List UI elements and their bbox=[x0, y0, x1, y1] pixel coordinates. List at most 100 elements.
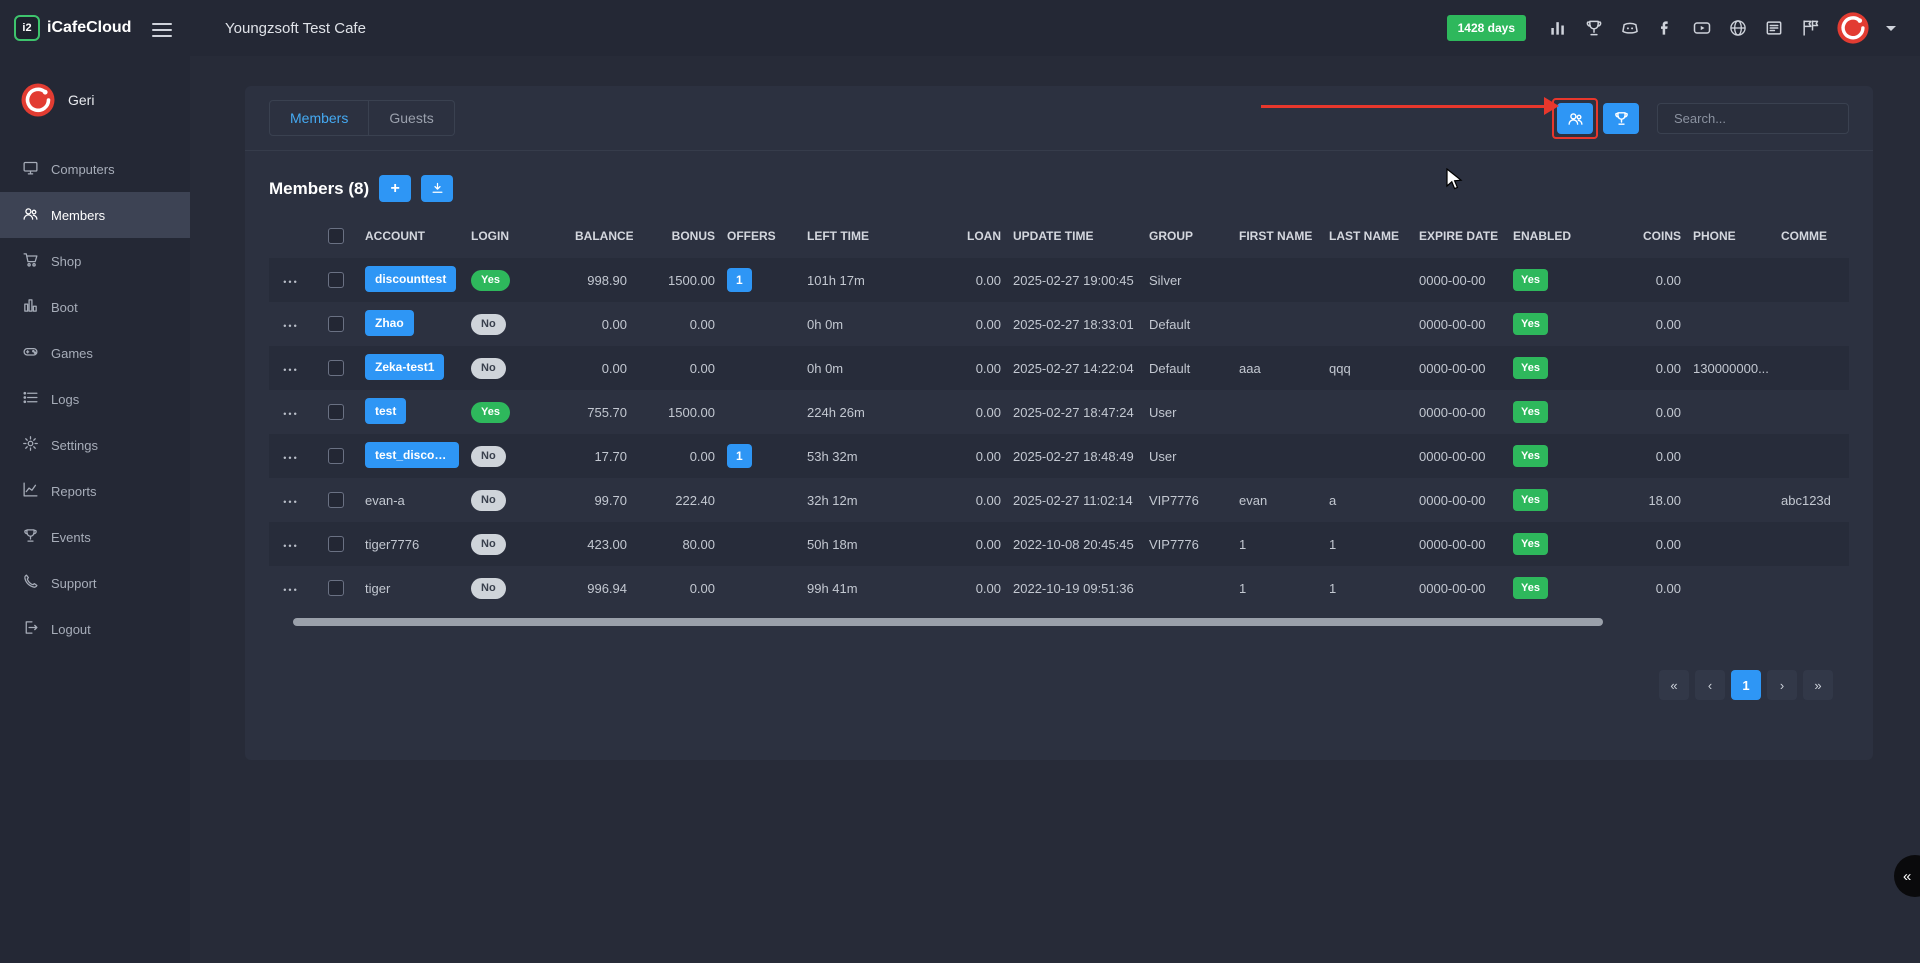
table-row: ••• test Yes 755.70 1500.00 224h 26m 0.0… bbox=[269, 390, 1849, 434]
firstname-cell bbox=[1233, 258, 1323, 302]
horizontal-scrollbar[interactable] bbox=[293, 618, 1603, 626]
select-all-checkbox[interactable] bbox=[328, 228, 344, 244]
ranking-view-button[interactable] bbox=[1603, 103, 1639, 134]
loan-cell: 0.00 bbox=[931, 390, 1007, 434]
export-members-button[interactable] bbox=[421, 175, 453, 202]
row-actions-button[interactable]: ••• bbox=[283, 541, 298, 551]
banners-icon[interactable] bbox=[1800, 18, 1820, 38]
members-panel: Members Guests Members (8) + bbox=[245, 86, 1873, 760]
account-button[interactable]: test bbox=[365, 398, 406, 424]
pagination-first-button[interactable]: « bbox=[1659, 670, 1689, 700]
coins-cell: 0.00 bbox=[1607, 258, 1687, 302]
news-icon[interactable] bbox=[1764, 18, 1784, 38]
sidebar-item-members[interactable]: Members bbox=[0, 192, 190, 238]
sidebar-item-boot[interactable]: Boot bbox=[0, 284, 190, 330]
pagination-next-button[interactable]: › bbox=[1767, 670, 1797, 700]
expiredate-cell: 0000-00-00 bbox=[1413, 258, 1507, 302]
account-button[interactable]: test_discount bbox=[365, 442, 459, 468]
mouse-cursor bbox=[1445, 168, 1467, 192]
members-view-button[interactable] bbox=[1557, 103, 1593, 134]
add-member-button[interactable]: + bbox=[379, 175, 411, 202]
logout-icon bbox=[22, 619, 39, 639]
row-checkbox[interactable] bbox=[328, 404, 344, 420]
account-button[interactable]: discounttest bbox=[365, 266, 456, 292]
row-actions-button[interactable]: ••• bbox=[283, 453, 298, 463]
row-checkbox[interactable] bbox=[328, 272, 344, 288]
sidebar-item-shop[interactable]: Shop bbox=[0, 238, 190, 284]
table-row: ••• tiger7776 No 423.00 80.00 50h 18m 0.… bbox=[269, 522, 1849, 566]
row-checkbox[interactable] bbox=[328, 492, 344, 508]
account-button[interactable]: Zeka-test1 bbox=[365, 354, 444, 380]
col-lefttime: LEFT TIME bbox=[801, 214, 931, 258]
sidebar-item-label: Computers bbox=[51, 162, 115, 177]
firstname-cell: 1 bbox=[1233, 566, 1323, 610]
hamburger-menu-icon[interactable] bbox=[152, 19, 172, 41]
col-comment: COMME bbox=[1775, 214, 1849, 258]
login-cell: Yes bbox=[465, 258, 569, 302]
enabled-badge: Yes bbox=[1513, 357, 1548, 379]
monitor-icon bbox=[22, 159, 39, 179]
pagination-prev-button[interactable]: ‹ bbox=[1695, 670, 1725, 700]
row-actions-button[interactable]: ••• bbox=[283, 409, 298, 419]
sidebar-item-reports[interactable]: Reports bbox=[0, 468, 190, 514]
sidebar-item-events[interactable]: Events bbox=[0, 514, 190, 560]
coins-cell: 0.00 bbox=[1607, 390, 1687, 434]
row-checkbox[interactable] bbox=[328, 580, 344, 596]
lastname-cell: 1 bbox=[1323, 566, 1413, 610]
bonus-cell: 0.00 bbox=[633, 302, 721, 346]
firstname-cell: 1 bbox=[1233, 522, 1323, 566]
loan-cell: 0.00 bbox=[931, 478, 1007, 522]
col-group: GROUP bbox=[1143, 214, 1233, 258]
expiredate-cell: 0000-00-00 bbox=[1413, 302, 1507, 346]
offers-cell bbox=[721, 302, 801, 346]
login-cell: No bbox=[465, 302, 569, 346]
account-button[interactable]: Zhao bbox=[365, 310, 414, 336]
updatetime-cell: 2025-02-27 18:33:01 bbox=[1007, 302, 1143, 346]
trophy-icon[interactable] bbox=[1584, 18, 1604, 38]
stats-icon[interactable] bbox=[1548, 18, 1568, 38]
row-checkbox[interactable] bbox=[328, 536, 344, 552]
pagination-last-button[interactable]: » bbox=[1803, 670, 1833, 700]
search-input[interactable] bbox=[1674, 111, 1850, 126]
columns-icon bbox=[22, 297, 39, 317]
sidebar-item-computers[interactable]: Computers bbox=[0, 146, 190, 192]
sidebar-item-logout[interactable]: Logout bbox=[0, 606, 190, 652]
row-actions-button[interactable]: ••• bbox=[283, 321, 298, 331]
sidebar-item-logs[interactable]: Logs bbox=[0, 376, 190, 422]
row-checkbox[interactable] bbox=[328, 316, 344, 332]
brand-zone: i2 iCafeCloud bbox=[0, 0, 190, 56]
sidebar-item-games[interactable]: Games bbox=[0, 330, 190, 376]
panel-collapse-handle[interactable]: « bbox=[1894, 855, 1920, 897]
sidebar-item-settings[interactable]: Settings bbox=[0, 422, 190, 468]
row-checkbox[interactable] bbox=[328, 448, 344, 464]
group-cell: VIP7776 bbox=[1143, 478, 1233, 522]
row-checkbox[interactable] bbox=[328, 360, 344, 376]
balance-cell: 998.90 bbox=[569, 258, 633, 302]
facebook-icon[interactable] bbox=[1656, 18, 1676, 38]
firstname-cell: evan bbox=[1233, 478, 1323, 522]
login-badge: No bbox=[471, 534, 506, 555]
coins-cell: 0.00 bbox=[1607, 522, 1687, 566]
offers-badge[interactable]: 1 bbox=[727, 268, 752, 292]
chevron-down-icon[interactable] bbox=[1886, 26, 1896, 31]
lastname-cell bbox=[1323, 258, 1413, 302]
globe-icon[interactable] bbox=[1728, 18, 1748, 38]
sidebar-item-support[interactable]: Support bbox=[0, 560, 190, 606]
annotation-arrow bbox=[1261, 105, 1546, 108]
phone-cell bbox=[1687, 258, 1775, 302]
discord-icon[interactable] bbox=[1620, 18, 1640, 38]
col-phone: PHONE bbox=[1687, 214, 1775, 258]
row-actions-button[interactable]: ••• bbox=[283, 585, 298, 595]
row-actions-button[interactable]: ••• bbox=[283, 365, 298, 375]
tab-members[interactable]: Members bbox=[269, 100, 369, 136]
row-actions-button[interactable]: ••• bbox=[283, 497, 298, 507]
youtube-icon[interactable] bbox=[1692, 18, 1712, 38]
offers-badge[interactable]: 1 bbox=[727, 444, 752, 468]
pagination-page-1-button[interactable]: 1 bbox=[1731, 670, 1761, 700]
user-avatar[interactable] bbox=[1836, 11, 1870, 45]
tab-guests[interactable]: Guests bbox=[369, 100, 454, 136]
comment-cell bbox=[1775, 346, 1849, 390]
days-badge[interactable]: 1428 days bbox=[1447, 15, 1526, 41]
bonus-cell: 0.00 bbox=[633, 346, 721, 390]
row-actions-button[interactable]: ••• bbox=[283, 277, 298, 287]
